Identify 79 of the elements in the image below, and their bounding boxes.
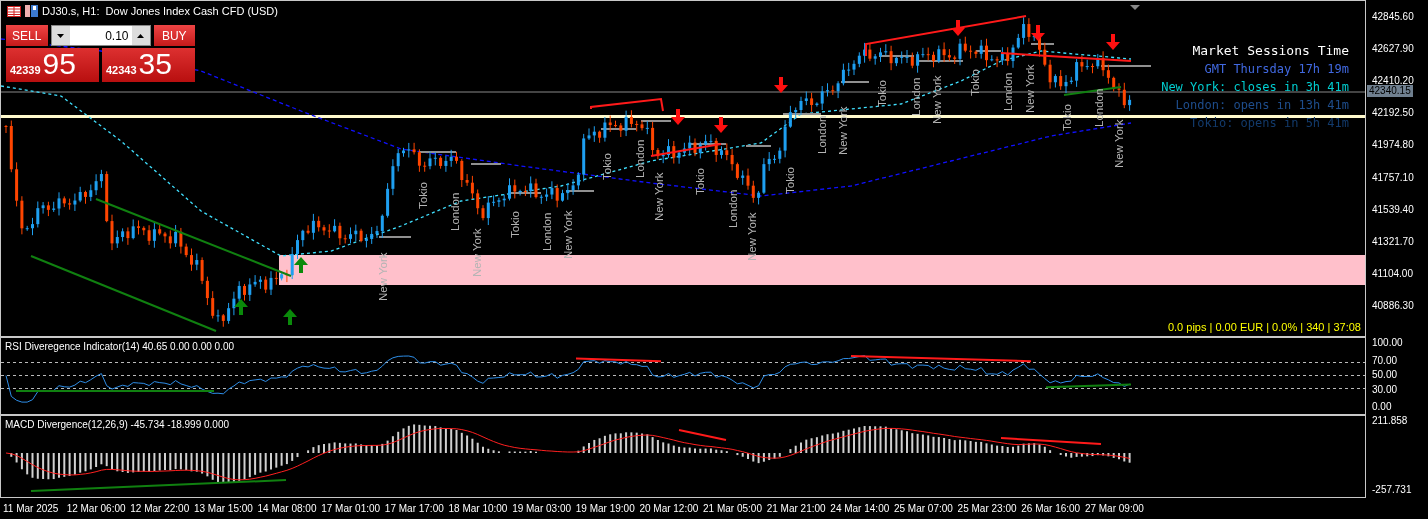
- time-label: 13 Mar 15:00: [193, 503, 254, 514]
- axis-label: 41974.80: [1371, 139, 1414, 152]
- price-digits: 42339: [10, 64, 41, 76]
- session-status: New York: closes in 3h 41m: [1161, 79, 1349, 96]
- session-label: Tokio: [1061, 104, 1074, 131]
- price-pips: 95: [42, 48, 76, 80]
- session-label: New York: [377, 252, 390, 301]
- axis-label: 50.00: [1371, 369, 1398, 381]
- axis-label: 30.00: [1371, 384, 1398, 396]
- session-label: New York: [1024, 64, 1037, 114]
- time-label: 19 Mar 03:00: [512, 503, 573, 514]
- session-label: Tokio: [509, 210, 522, 238]
- time-label: 17 Mar 01:00: [321, 503, 382, 514]
- sell-button[interactable]: SELL: [6, 25, 48, 46]
- axis-label: 42192.50: [1371, 107, 1414, 120]
- indicator-label: MACD Divergence(12,26,9) -45.734 -18.999 0.000: [5, 419, 230, 430]
- axis-label: 42627.90: [1371, 43, 1414, 56]
- time-label: 19 Mar 19:00: [575, 503, 636, 514]
- time-label: 11 Mar 2025: [3, 503, 60, 514]
- buy-price[interactable]: 42343 35: [102, 48, 195, 82]
- session-label: London: [634, 139, 647, 178]
- session-label: New York: [746, 212, 759, 262]
- time-label: 25 Mar 23:00: [957, 503, 1018, 514]
- time-label: 12 Mar 06:00: [66, 503, 127, 514]
- time-label: 14 Mar 08:00: [257, 503, 318, 514]
- time-label: 26 Mar 16:00: [1021, 503, 1082, 514]
- axis-label: 70.00: [1371, 355, 1398, 367]
- status-text: 0.0 pips | 0.00 EUR | 0.0% | 340 | 37:08: [1167, 321, 1361, 333]
- session-label: New York: [837, 106, 850, 155]
- buy-button[interactable]: BUY: [153, 25, 195, 46]
- time-label: 20 Mar 12:00: [639, 503, 700, 514]
- session-label: London: [910, 77, 923, 117]
- time-label: 12 Mar 22:00: [130, 503, 191, 514]
- session-label: New York: [931, 75, 944, 125]
- axis-label: 41321.70: [1371, 235, 1414, 248]
- session-label: London: [727, 190, 740, 229]
- sell-price[interactable]: 42339 95: [6, 48, 99, 82]
- session-label: New York: [562, 209, 575, 259]
- axis-label: 41539.40: [1371, 203, 1414, 216]
- axis-label: 41104.00: [1371, 267, 1413, 280]
- time-label: 17 Mar 17:00: [384, 503, 445, 514]
- session-label: London: [1002, 73, 1015, 112]
- session-label: Tokio: [417, 181, 430, 209]
- time-label: 24 Mar 14:00: [830, 503, 891, 514]
- window-title: DJ30.s, H1: Dow Jones Index Cash CFD (USD): [42, 5, 278, 17]
- session-label: Tokio: [876, 80, 889, 108]
- axis-label: 41757.10: [1371, 171, 1414, 184]
- session-label: Tokio: [784, 167, 797, 195]
- time-label: 21 Mar 05:00: [703, 503, 763, 514]
- axis-label: 100.00: [1371, 337, 1403, 349]
- axis-label: 42410.20: [1372, 75, 1414, 87]
- axis-label: 42845.60: [1371, 11, 1414, 23]
- session-label: London: [816, 115, 829, 154]
- axis-label: 40886.30: [1371, 299, 1414, 312]
- axis-label: 211.858: [1371, 415, 1408, 427]
- axis-label: -257.731: [1371, 484, 1412, 496]
- time-label: 27 Mar 09:00: [1084, 503, 1145, 514]
- session-label: New York: [653, 172, 666, 221]
- session-status: GMT Thursday 17h 19m: [1204, 61, 1349, 78]
- time-label: 25 Mar 07:00: [893, 503, 954, 514]
- time-label: 18 Mar 10:00: [448, 503, 509, 514]
- time-label: 21 Mar 21:00: [766, 503, 827, 514]
- sessions-title: Market Sessions Time: [1192, 42, 1349, 60]
- session-status: Tokio: opens in 5h 41m: [1190, 115, 1349, 132]
- session-label: Tokio: [969, 68, 982, 96]
- price-pips: 35: [138, 48, 172, 80]
- volume-field[interactable]: 0.10: [50, 25, 151, 46]
- indicator-label: RSI Diveregence Indicator(14) 40.65 0.00 0.00 0.00: [5, 341, 235, 352]
- session-status: London: opens in 13h 41m: [1175, 97, 1349, 114]
- axis-label: 0.00: [1371, 401, 1392, 413]
- session-label: London: [1093, 88, 1106, 128]
- session-label: London: [449, 192, 462, 231]
- session-label: Tokio: [601, 152, 614, 180]
- session-label: Tokio: [694, 168, 707, 196]
- price-digits: 42343: [106, 64, 137, 76]
- current-price-label: 42340.15: [1367, 85, 1413, 97]
- session-label: New York: [1113, 119, 1126, 168]
- session-label: London: [541, 212, 554, 251]
- session-label: New York: [471, 228, 484, 278]
